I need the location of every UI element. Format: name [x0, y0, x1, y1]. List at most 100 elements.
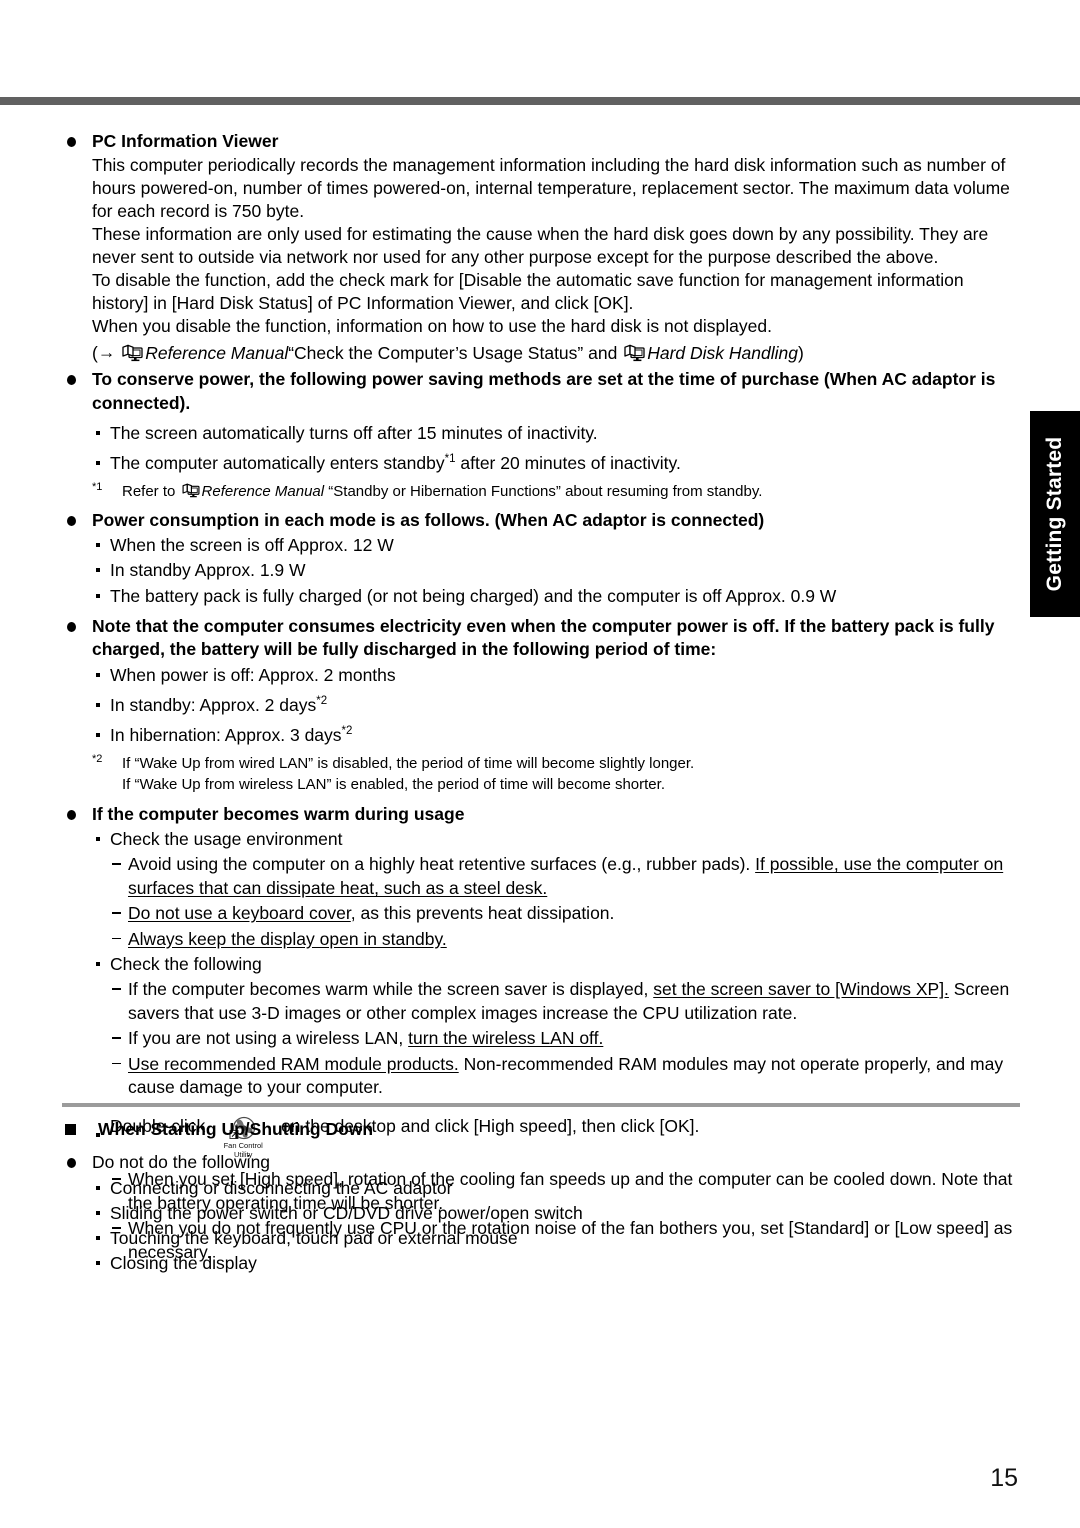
list-item-power-switch: Sliding the power switch or CD/DVD drive… [62, 1202, 1024, 1225]
list-item-keyboard-touchpad: Touching the keyboard, touch pad or exte… [62, 1227, 1024, 1250]
square-bullet-icon [96, 962, 100, 967]
square-section-bullet-icon [65, 1124, 76, 1135]
list-item-text: The battery pack is fully charged (or no… [110, 585, 837, 606]
square-bullet-icon [96, 461, 100, 466]
sub-item-display-open-standby: Always keep the display open in standby. [62, 928, 1024, 951]
round-bullet-icon [67, 621, 76, 632]
sub-item-avoid-heat-retentive: Avoid using the computer on a highly hea… [62, 853, 1024, 900]
square-bullet-icon [96, 703, 100, 708]
dash-bullet-icon [112, 988, 121, 990]
square-bullet-icon [96, 1210, 100, 1215]
square-bullet-icon [96, 431, 100, 436]
footnote-marker: *1 [92, 480, 103, 493]
subheading-check-following: Check the following [62, 953, 1024, 976]
heading-text: Power consumption in each mode is as fol… [92, 509, 765, 530]
side-tab-label: Getting Started [1043, 436, 1066, 592]
reference-topic-usage-status: “Check the Computer’s Usage Status” [288, 342, 584, 363]
heading-pc-information-viewer: PC Information Viewer [62, 130, 1024, 154]
list-item-standby: The computer automatically enters standb… [62, 452, 1024, 475]
list-item-screen-off: The screen automatically turns off after… [62, 422, 1024, 445]
round-bullet-icon [67, 374, 76, 385]
list-item-text: In standby: Approx. 2 days [110, 695, 317, 716]
square-bullet-icon [96, 1235, 100, 1240]
round-bullet-icon [67, 137, 76, 147]
dash-bullet-icon [112, 912, 121, 914]
list-item-text: Closing the display [110, 1252, 257, 1273]
dash-bullet-icon [112, 937, 121, 940]
reference-topic-hard-disk-handling: Hard Disk Handling [647, 342, 798, 363]
list-item-standby-duration: In standby: Approx. 2 days*2 [62, 694, 1024, 717]
page-number: 15 [990, 1464, 1018, 1492]
reference-manual-title: Reference Manual [145, 342, 289, 363]
item-underlined: set the screen saver to [Windows XP]. [653, 979, 949, 1000]
round-bullet-icon [67, 1157, 76, 1168]
item-plain-suffix: , as this prevents heat dissipation. [350, 903, 615, 924]
footnote-line-1: If “Wake Up from wired LAN” is disabled,… [122, 754, 695, 772]
square-bullet-icon [96, 837, 100, 842]
section-divider [62, 1103, 1020, 1107]
item-underlined: Do not use a keyboard cover [128, 903, 351, 924]
starting-up-section: When Starting Up/Shutting Down Do not do… [62, 1118, 1024, 1275]
paragraph-records-info: This computer periodically records the m… [92, 154, 1010, 221]
footnote-ref-2: *2 [341, 725, 353, 738]
round-bullet-icon [67, 809, 76, 820]
reference-manual-pointer: (→ Reference Manual“Check the Computer’s… [62, 342, 1024, 365]
footnote-suffix: “Standby or Hibernation Functions” about… [328, 482, 763, 500]
list-item-text: Touching the keyboard, touch pad or exte… [110, 1227, 518, 1248]
list-item-text: The computer automatically enters standb… [110, 453, 445, 474]
paragraph-disabled-result: When you disable the function, informati… [92, 315, 772, 336]
footnote-ref-2: *2 [316, 695, 328, 708]
item-underlined: Use recommended RAM module products. [128, 1053, 459, 1074]
list-item-ac-adaptor: Connecting or disconnecting the AC adapt… [62, 1177, 1024, 1200]
heading-power-consumption: Power consumption in each mode is as fol… [62, 509, 1024, 533]
list-item-text-suffix: after 20 minutes of inactivity. [455, 453, 681, 474]
heading-starting-up-shutting-down: When Starting Up/Shutting Down [62, 1118, 1024, 1142]
list-item-text: When power is off: Approx. 2 months [110, 665, 396, 686]
round-bullet-icon [67, 515, 76, 526]
square-bullet-icon [96, 1260, 100, 1265]
subheading-text: Check the usage environment [110, 829, 343, 850]
reference-conjunction: and [588, 342, 618, 363]
heading-computer-warm: If the computer becomes warm during usag… [62, 803, 1024, 827]
list-item-closing-display: Closing the display [62, 1252, 1024, 1275]
square-bullet-icon [96, 673, 100, 678]
reference-manual-icon [182, 483, 200, 498]
footnote-marker: *2 [92, 752, 103, 765]
reference-manual-icon [122, 344, 143, 362]
arrow-right-icon: → [97, 341, 116, 362]
sub-item-wireless-lan-off: If you are not using a wireless LAN, tur… [62, 1027, 1024, 1050]
page-content: PC Information Viewer This computer peri… [62, 128, 1024, 1264]
item-underlined: turn the wireless LAN off. [408, 1028, 604, 1049]
list-item-standby-power: In standby Approx. 1.9 W [62, 559, 1024, 582]
list-item-battery-charged-power: The battery pack is fully charged (or no… [62, 585, 1024, 608]
subheading-check-environment: Check the usage environment [62, 828, 1024, 851]
close-paren: ) [797, 342, 804, 363]
footnote-line-2: If “Wake Up from wireless LAN” is enable… [122, 775, 665, 793]
reference-manual-icon [624, 344, 645, 362]
list-item-power-off-duration: When power is off: Approx. 2 months [62, 664, 1024, 687]
footnote-ref-1: *1 [444, 453, 456, 466]
sub-item-screen-saver: If the computer becomes warm while the s… [62, 978, 1024, 1025]
paragraph-usage-privacy: These information are only used for esti… [92, 223, 989, 267]
document-page: Getting Started PC Information Viewer Th… [0, 0, 1080, 1528]
footnote-1: *1 Refer to Reference Manual “Standby or… [62, 481, 1024, 502]
square-bullet-icon [96, 543, 100, 548]
square-bullet-icon [96, 593, 100, 598]
heading-conserve-power: To conserve power, the following power s… [62, 368, 1024, 416]
list-item-text: The screen automatically turns off after… [110, 423, 598, 444]
side-thumb-tab: Getting Started [1030, 411, 1080, 617]
square-bullet-icon [96, 568, 100, 573]
heading-text: If the computer becomes warm during usag… [92, 803, 465, 824]
sub-item-recommended-ram: Use recommended RAM module products. Non… [62, 1053, 1024, 1100]
list-item-text: When the screen is off Approx. 12 W [110, 535, 394, 556]
dash-bullet-icon [112, 1037, 121, 1039]
footnote-manual-title: Reference Manual [201, 482, 325, 500]
item-plain-prefix: Avoid using the computer on a highly hea… [128, 854, 756, 875]
list-item-screen-off-power: When the screen is off Approx. 12 W [62, 534, 1024, 557]
heading-discharge-note: Note that the computer consumes electric… [62, 615, 1024, 663]
list-item-text: Sliding the power switch or CD/DVD drive… [110, 1202, 583, 1223]
square-bullet-icon [96, 1185, 100, 1190]
subheading-text: Do not do the following [92, 1151, 271, 1172]
dash-bullet-icon [112, 863, 121, 866]
list-item-hibernation-duration: In hibernation: Approx. 3 days*2 [62, 724, 1024, 747]
